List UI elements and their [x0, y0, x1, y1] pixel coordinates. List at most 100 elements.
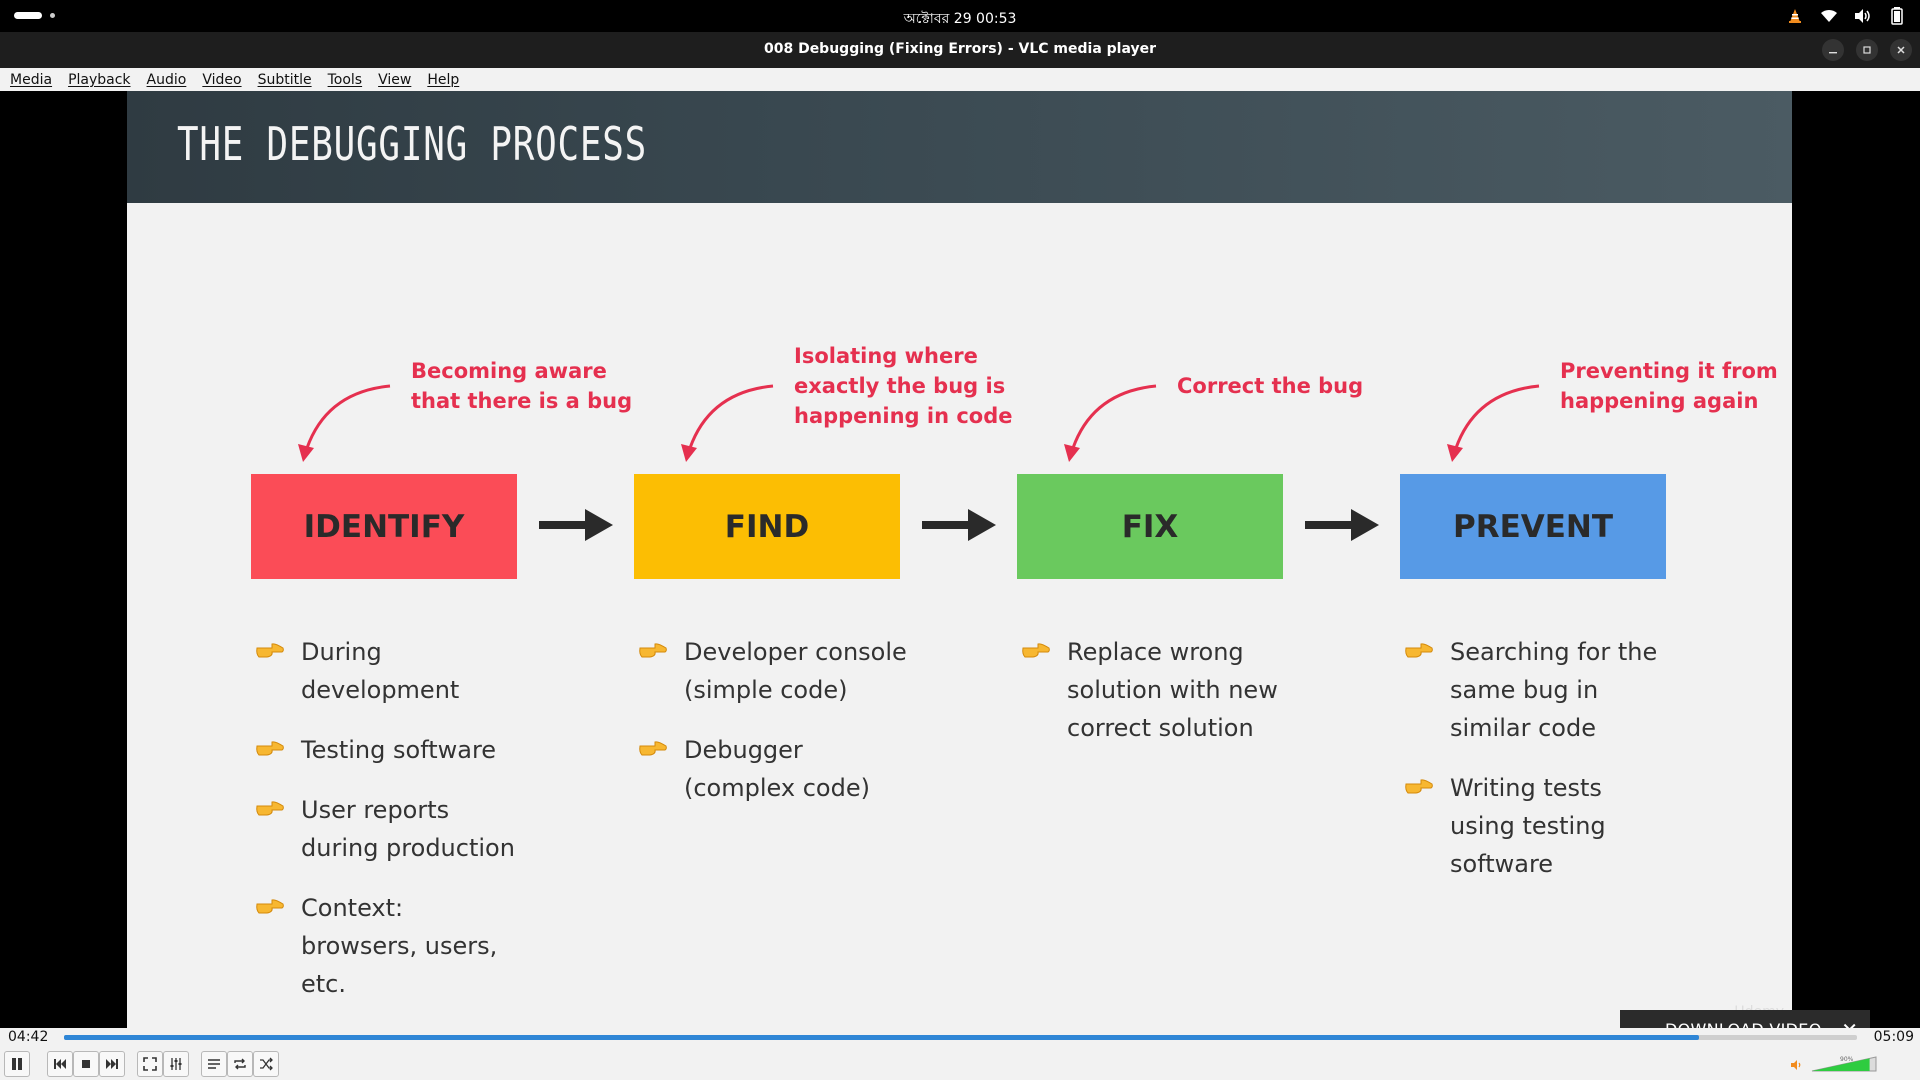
elapsed-time[interactable]: 04:42: [8, 1029, 48, 1045]
clock[interactable]: অক্টোবর 29 00:53: [0, 7, 1920, 31]
annotation-fix: Correct the bug: [1177, 374, 1364, 398]
menu-subtitle[interactable]: Subtitle: [252, 72, 318, 88]
previous-button[interactable]: [47, 1051, 73, 1077]
flow-arrow-3: [1305, 509, 1379, 541]
bullet-text: Replace wrong solution with new correct …: [1067, 638, 1278, 742]
annotation-identify: Becoming aware that there is a bug: [411, 359, 633, 413]
menu-media[interactable]: Media: [4, 72, 58, 88]
minimize-icon: [1829, 52, 1837, 54]
stage-fix: FIX: [1017, 474, 1283, 579]
stage-find: FIND: [634, 474, 900, 579]
minimize-button[interactable]: [1822, 39, 1844, 61]
slide-header: THE DEBUGGING PROCESS: [127, 91, 1792, 203]
flow-arrow-1: [539, 509, 613, 541]
list-item: Testing software: [255, 731, 525, 769]
speaker-icon[interactable]: [1790, 1059, 1804, 1071]
menu-audio[interactable]: Audio: [141, 72, 193, 88]
stage-identify: IDENTIFY: [251, 474, 517, 579]
menu-tools[interactable]: Tools: [322, 72, 369, 88]
slide-title: THE DEBUGGING PROCESS: [177, 117, 648, 171]
skip-previous-icon: [54, 1059, 66, 1069]
pointing-hand-icon: [639, 643, 667, 658]
maximize-button[interactable]: [1856, 39, 1878, 61]
bullet-text: Debugger (complex code): [684, 736, 870, 802]
volume-slider[interactable]: 90%: [1808, 1054, 1880, 1074]
fullscreen-icon: [143, 1057, 157, 1071]
close-window-button[interactable]: [1890, 39, 1912, 61]
pause-button[interactable]: [4, 1051, 30, 1077]
list-item: During development: [255, 633, 525, 709]
menu-video[interactable]: Video: [196, 72, 247, 88]
volume-level-graphic: 90%: [1811, 1056, 1877, 1072]
annotation-arrow-fix: [1064, 384, 1157, 462]
loop-icon: [234, 1058, 246, 1070]
annotation-arrow-find: [681, 384, 774, 462]
system-top-bar: অক্টোবর 29 00:53: [0, 0, 1920, 32]
list-item: Searching for the same bug in similar co…: [1404, 633, 1674, 747]
video-area[interactable]: THE DEBUGGING PROCESS Becoming aware tha…: [0, 91, 1920, 1028]
bullet-text: User reports during production: [301, 796, 515, 862]
pointing-hand-icon: [256, 899, 284, 914]
playlist-icon: [208, 1059, 220, 1069]
stop-icon: [82, 1060, 90, 1068]
list-item: Replace wrong solution with new correct …: [1021, 633, 1291, 747]
annotation-find: Isolating where exactly the bug is happe…: [794, 344, 1013, 428]
skip-next-icon: [106, 1059, 118, 1069]
fullscreen-button[interactable]: [137, 1051, 163, 1077]
loop-button[interactable]: [227, 1051, 253, 1077]
annotation-arrow-identify: [298, 384, 391, 462]
stop-button[interactable]: [73, 1051, 99, 1077]
pointing-hand-icon: [256, 741, 284, 756]
fix-bullets: Replace wrong solution with new correct …: [1021, 633, 1291, 769]
list-item: Debugger (complex code): [638, 731, 908, 807]
pointing-hand-icon: [1405, 643, 1433, 658]
list-item: Context: browsers, users, etc.: [255, 889, 525, 1003]
list-item: User reports during production: [255, 791, 525, 867]
list-item: Developer console (simple code): [638, 633, 908, 709]
battery-icon[interactable]: [1888, 7, 1906, 25]
close-icon: [1897, 46, 1905, 54]
annotation-arrow-prevent: [1447, 384, 1540, 462]
bullet-text: Context: browsers, users, etc.: [301, 894, 498, 998]
total-time[interactable]: 05:09: [1874, 1029, 1914, 1045]
pointing-hand-icon: [256, 643, 284, 658]
seek-bar[interactable]: [64, 1035, 1857, 1040]
pause-icon: [12, 1058, 22, 1070]
player-controls: 04:42 05:09 90%: [0, 1028, 1920, 1080]
bullet-text: Searching for the same bug in similar co…: [1450, 638, 1658, 742]
pointing-hand-icon: [1022, 643, 1050, 658]
restore-icon: [1863, 46, 1871, 54]
wifi-icon[interactable]: [1820, 7, 1838, 25]
prevent-bullets: Searching for the same bug in similar co…: [1404, 633, 1674, 905]
volume-percent-label: 90%: [1840, 1056, 1854, 1063]
find-bullets: Developer console (simple code) Debugger…: [638, 633, 908, 829]
window-title-bar: 008 Debugging (Fixing Errors) - VLC medi…: [0, 32, 1920, 68]
pointing-hand-icon: [256, 801, 284, 816]
volume-icon[interactable]: [1854, 7, 1872, 25]
menu-playback[interactable]: Playback: [62, 72, 136, 88]
pointing-hand-icon: [1405, 779, 1433, 794]
bullet-text: Testing software: [301, 736, 497, 764]
vlc-cone-icon[interactable]: [1786, 7, 1804, 25]
equalizer-icon: [170, 1058, 182, 1070]
playlist-button[interactable]: [201, 1051, 227, 1077]
shuffle-icon: [260, 1057, 273, 1071]
seek-progress: [64, 1035, 1700, 1040]
slide: THE DEBUGGING PROCESS Becoming aware tha…: [127, 91, 1792, 1028]
identify-bullets: During development Testing software User…: [255, 633, 525, 1025]
stage-prevent: PREVENT: [1400, 474, 1666, 579]
bullet-text: Writing tests using testing software: [1450, 774, 1606, 878]
annotation-prevent: Preventing it from happening again: [1560, 359, 1778, 413]
menu-view[interactable]: View: [372, 72, 417, 88]
bullet-text: During development: [301, 638, 460, 704]
system-tray[interactable]: [1786, 6, 1906, 26]
flow-arrow-2: [922, 509, 996, 541]
window-title: 008 Debugging (Fixing Errors) - VLC medi…: [763, 41, 1157, 57]
pointing-hand-icon: [639, 741, 667, 756]
next-button[interactable]: [99, 1051, 125, 1077]
shuffle-button[interactable]: [253, 1051, 279, 1077]
list-item: Writing tests using testing software: [1404, 769, 1674, 883]
extended-settings-button[interactable]: [163, 1051, 189, 1077]
menu-help[interactable]: Help: [421, 72, 465, 88]
menu-bar: Media Playback Audio Video Subtitle Tool…: [0, 68, 1920, 91]
